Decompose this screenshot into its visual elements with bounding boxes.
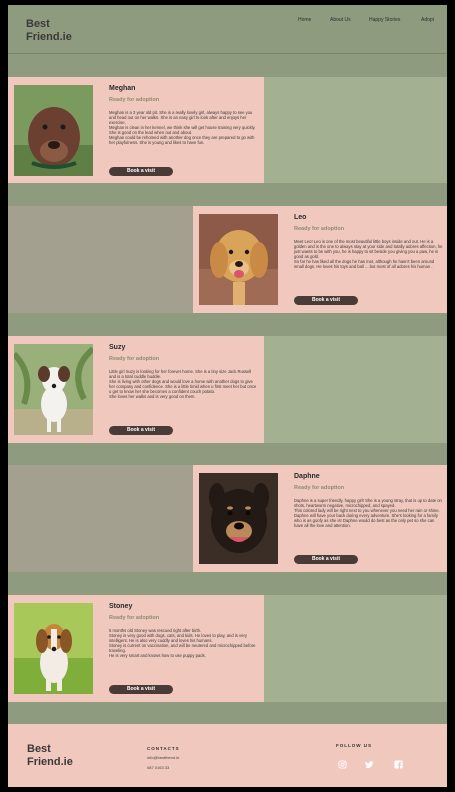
section-band xyxy=(8,206,193,313)
contact-phone: 087 0163 33 xyxy=(147,765,170,770)
dog-description: Daphne is a super friendly, happy girl! … xyxy=(294,498,442,528)
dog-name: Leo xyxy=(294,214,307,221)
dog-photo-meghan xyxy=(14,85,93,176)
footer-logo[interactable]: Best Friend.ie xyxy=(27,743,73,769)
adoption-status: Ready for adoption xyxy=(294,485,345,491)
book-visit-button-daphne[interactable]: Book a visit xyxy=(294,555,358,564)
twitter-icon[interactable] xyxy=(365,760,374,769)
nav-adopt[interactable]: Adopt xyxy=(421,17,434,23)
section-band xyxy=(8,465,193,572)
dog-photo-daphne xyxy=(199,473,278,564)
facebook-icon[interactable] xyxy=(394,760,403,769)
dog-card-suzy: Suzy Ready for adoption Little girl Suzy… xyxy=(8,336,264,443)
dog-name: Suzy xyxy=(109,344,126,351)
book-visit-button-stoney[interactable]: Book a visit xyxy=(109,685,173,694)
adoption-status: Ready for adoption xyxy=(294,226,345,232)
book-visit-button-meghan[interactable]: Book a visit xyxy=(109,167,173,176)
dog-name: Daphne xyxy=(294,473,320,480)
site-logo[interactable]: Best Friend.ie xyxy=(26,18,72,44)
follow-us-heading: FOLLOW US xyxy=(336,743,372,748)
site-footer: Best Friend.ie CONTACTS info@bestfriend.… xyxy=(8,724,447,787)
adoption-status: Ready for adoption xyxy=(109,615,160,621)
dog-photo-suzy xyxy=(14,344,93,435)
nav-happy-stories[interactable]: Happy Stories xyxy=(369,17,400,23)
contact-email[interactable]: info@bestfriend.ie xyxy=(147,755,179,760)
dog-name: Stoney xyxy=(109,603,133,610)
adoption-status: Ready for adoption xyxy=(109,97,160,103)
dog-description: 5 months old Stoney was rescued right af… xyxy=(109,628,256,658)
nav-about-us[interactable]: About Us xyxy=(330,17,351,23)
nav-home[interactable]: Home xyxy=(298,17,311,23)
dog-description: Little girl Suzy is looking for her fore… xyxy=(109,369,257,399)
dog-description: Meghan is a 3 year old pit. She is a rea… xyxy=(109,110,256,145)
site-header: Best Friend.ie Home About Us Happy Stori… xyxy=(8,5,447,54)
contacts-heading: CONTACTS xyxy=(147,746,180,751)
instagram-icon[interactable] xyxy=(338,760,347,769)
dog-photo-leo xyxy=(199,214,278,305)
dog-card-meghan: Meghan Ready for adoption Meghan is a 3 … xyxy=(8,77,264,183)
adoption-status: Ready for adoption xyxy=(109,356,160,362)
dog-photo-stoney xyxy=(14,603,93,694)
dog-card-stoney: Stoney Ready for adoption 5 months old S… xyxy=(8,595,264,702)
dog-card-leo: Leo Ready for adoption Meet Leo! Leo is … xyxy=(193,206,447,313)
dog-description: Meet Leo! Leo is one of the most beautif… xyxy=(294,239,443,269)
dog-card-daphne: Daphne Ready for adoption Daphne is a su… xyxy=(193,465,447,572)
dog-name: Meghan xyxy=(109,85,136,92)
page: Best Friend.ie Home About Us Happy Stori… xyxy=(8,5,447,787)
book-visit-button-leo[interactable]: Book a visit xyxy=(294,296,358,305)
book-visit-button-suzy[interactable]: Book a visit xyxy=(109,426,173,435)
